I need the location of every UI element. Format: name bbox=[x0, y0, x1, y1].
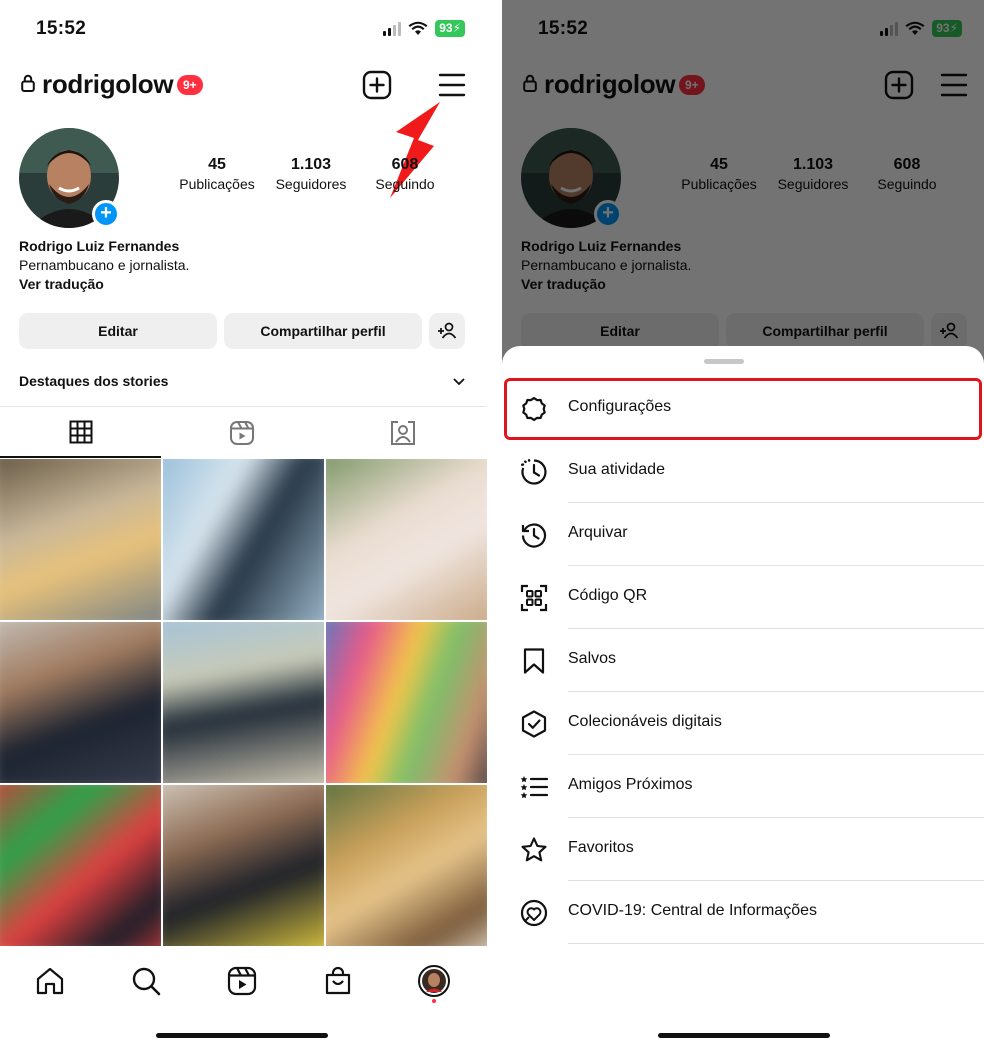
close-friends-list-icon bbox=[520, 776, 548, 799]
stat-publications[interactable]: 45 Publicações bbox=[167, 156, 267, 192]
post-thumbnail[interactable] bbox=[326, 622, 487, 783]
cellular-signal-icon bbox=[383, 21, 402, 36]
menu-item-favorites[interactable]: Favoritos bbox=[502, 818, 984, 881]
bio: Rodrigo Luiz Fernandes Pernambucano e jo… bbox=[19, 237, 189, 294]
options-bottom-sheet: Configurações Sua atividade Arquivar Cód… bbox=[502, 346, 984, 1048]
story-highlights-label[interactable]: Destaques dos stories bbox=[19, 373, 168, 389]
notification-dot bbox=[432, 999, 436, 1003]
chevron-down-icon[interactable] bbox=[452, 375, 466, 387]
menu-item-label: Colecionáveis digitais bbox=[568, 713, 722, 730]
menu-item-label: Código QR bbox=[568, 587, 648, 604]
stat-number: 608 bbox=[391, 156, 419, 173]
post-thumbnail[interactable] bbox=[326, 459, 487, 620]
bookmark-icon bbox=[523, 648, 545, 674]
shop-bag-icon[interactable] bbox=[322, 965, 354, 997]
shield-check-icon bbox=[521, 710, 547, 738]
menu-item-covid-info[interactable]: COVID-19: Central de Informações bbox=[502, 881, 984, 944]
tab-tagged[interactable] bbox=[322, 407, 483, 458]
add-person-icon bbox=[438, 322, 457, 339]
search-icon[interactable] bbox=[130, 965, 162, 997]
lock-icon bbox=[21, 74, 35, 92]
stat-following[interactable]: 608 Seguindo bbox=[355, 156, 455, 192]
profile-name: Rodrigo Luiz Fernandes bbox=[19, 238, 180, 254]
menu-item-qr-code[interactable]: Código QR bbox=[502, 566, 984, 629]
stat-followers[interactable]: 1.103 Seguidores bbox=[261, 156, 361, 192]
stat-number: 45 bbox=[208, 156, 226, 173]
status-bar: 15:52 93⚡ bbox=[0, 14, 487, 44]
menu-item-saved[interactable]: Salvos bbox=[502, 629, 984, 692]
discover-people-button[interactable] bbox=[429, 313, 465, 349]
star-icon bbox=[521, 837, 547, 862]
hamburger-menu-button[interactable] bbox=[438, 72, 466, 98]
add-story-button[interactable]: + bbox=[92, 200, 120, 228]
post-thumbnail[interactable] bbox=[0, 622, 161, 783]
menu-screen: 15:52 93⚡ rodrigolow 9+ + 45 Publicações… bbox=[502, 0, 984, 1048]
notification-badge[interactable]: 9+ bbox=[177, 75, 203, 95]
tab-reels[interactable] bbox=[161, 407, 322, 458]
menu-item-label: Favoritos bbox=[568, 839, 634, 856]
bio-text: Pernambucano e jornalista. bbox=[19, 257, 190, 273]
panel-divider bbox=[487, 0, 502, 1048]
new-post-button[interactable] bbox=[362, 70, 392, 100]
menu-item-label: COVID-19: Central de Informações bbox=[568, 902, 817, 919]
post-thumbnail[interactable] bbox=[0, 459, 161, 620]
home-indicator bbox=[658, 1033, 830, 1038]
menu-item-activity[interactable]: Sua atividade bbox=[502, 440, 984, 503]
translate-link[interactable]: Ver tradução bbox=[19, 275, 189, 294]
bottom-nav bbox=[0, 951, 487, 1013]
username[interactable]: rodrigolow bbox=[42, 69, 174, 100]
home-icon[interactable] bbox=[34, 965, 66, 997]
menu-item-label: Amigos Próximos bbox=[568, 776, 693, 793]
menu-item-label: Salvos bbox=[568, 650, 617, 667]
annotation-highlight-box bbox=[504, 378, 982, 440]
stat-label: Seguidores bbox=[275, 176, 347, 192]
tab-posts-grid[interactable] bbox=[0, 407, 161, 458]
sheet-grabber[interactable] bbox=[704, 359, 744, 364]
covid-info-icon bbox=[520, 899, 548, 927]
reels-icon bbox=[229, 420, 254, 445]
menu-item-label: Sua atividade bbox=[568, 461, 665, 478]
archive-icon bbox=[521, 523, 547, 548]
post-thumbnail[interactable] bbox=[0, 785, 161, 946]
profile-nav-avatar[interactable] bbox=[418, 965, 450, 997]
status-icons: 93⚡ bbox=[383, 20, 465, 37]
status-time: 15:52 bbox=[36, 18, 87, 39]
post-thumbnail[interactable] bbox=[326, 785, 487, 946]
share-profile-button[interactable]: Compartilhar perfil bbox=[224, 313, 422, 349]
activity-icon bbox=[521, 459, 547, 485]
profile-tabs bbox=[0, 406, 487, 458]
menu-item-label: Arquivar bbox=[568, 524, 628, 541]
wifi-icon bbox=[408, 21, 428, 35]
tagged-person-icon bbox=[390, 420, 415, 445]
menu-item-archive[interactable]: Arquivar bbox=[502, 503, 984, 566]
qr-code-icon bbox=[520, 584, 548, 612]
stat-label: Publicações bbox=[179, 176, 255, 192]
battery-level: 93 bbox=[439, 21, 453, 35]
posts-grid bbox=[0, 459, 487, 951]
home-indicator bbox=[156, 1033, 328, 1038]
post-thumbnail[interactable] bbox=[163, 785, 324, 946]
grid-icon bbox=[69, 420, 92, 443]
reels-nav-icon[interactable] bbox=[226, 965, 258, 997]
post-thumbnail[interactable] bbox=[163, 622, 324, 783]
menu-item-close-friends[interactable]: Amigos Próximos bbox=[502, 755, 984, 818]
battery-indicator: 93⚡ bbox=[435, 20, 465, 37]
divider bbox=[568, 943, 984, 944]
profile-screen: 15:52 93⚡ rodrigolow 9+ + 45 Publicações… bbox=[0, 0, 487, 1048]
edit-profile-button[interactable]: Editar bbox=[19, 313, 217, 349]
stat-number: 1.103 bbox=[290, 156, 332, 173]
stat-label: Seguindo bbox=[375, 176, 435, 192]
post-thumbnail[interactable] bbox=[163, 459, 324, 620]
menu-item-digital-collectibles[interactable]: Colecionáveis digitais bbox=[502, 692, 984, 755]
